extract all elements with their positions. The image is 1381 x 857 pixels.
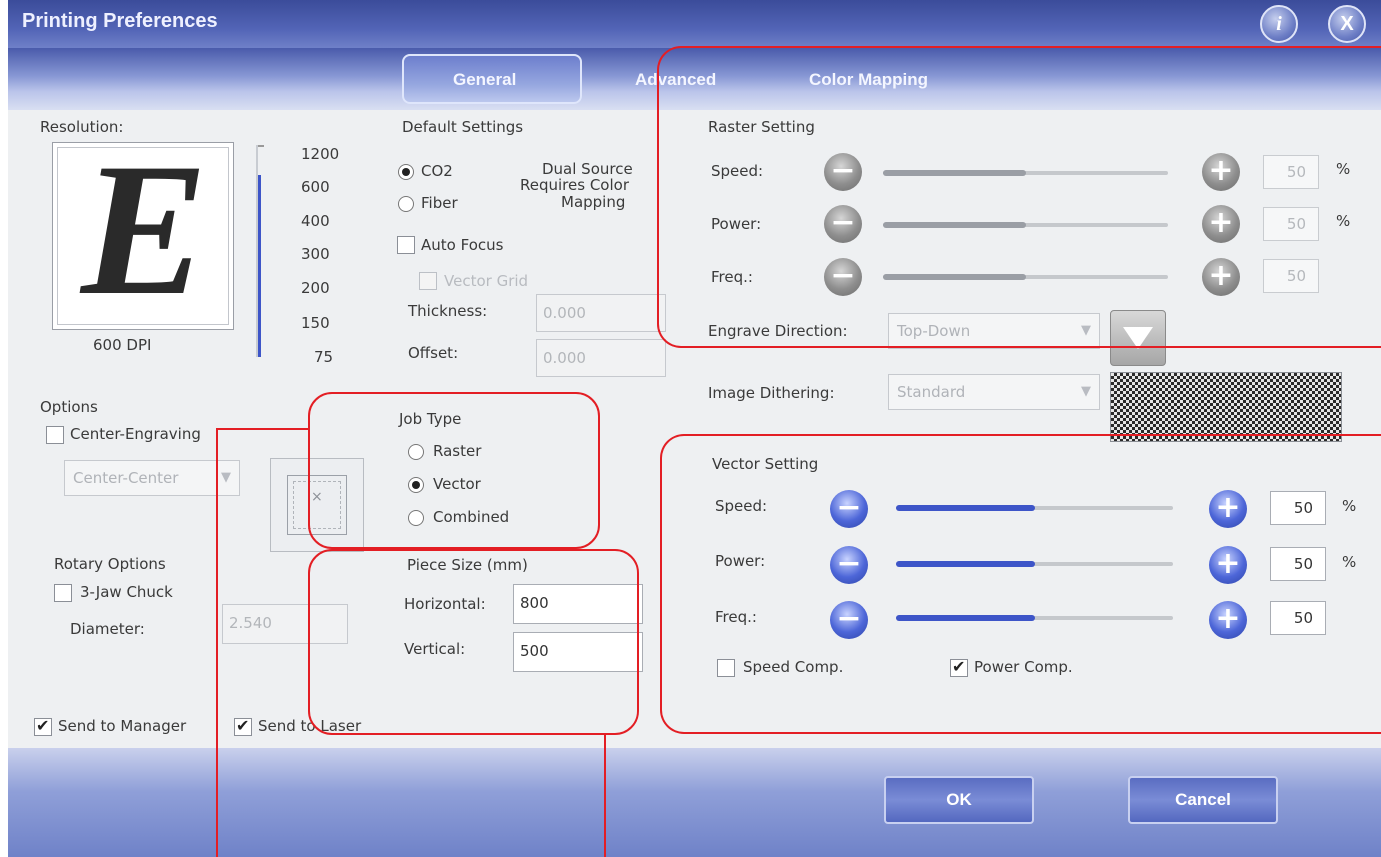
co2-radio[interactable] [398,164,414,180]
send-to-laser-checkbox[interactable] [234,716,252,736]
center-engraving-label: Center-Engraving [70,425,201,443]
offset-label: Offset: [408,344,459,362]
resolution-slider[interactable] [254,145,266,357]
three-jaw-chuck-checkbox[interactable] [54,584,72,602]
default-settings-header: Default Settings [402,118,524,136]
thickness-field[interactable]: 0.000 [536,294,666,332]
options-header: Options [40,398,98,416]
annotation-leader-line [216,428,308,430]
center-engraving-checkbox[interactable] [46,426,64,444]
co2-label: CO2 [421,162,453,180]
dpi-value[interactable]: 200 [301,279,330,297]
resolution-preview: E [52,135,234,330]
three-jaw-chuck-label: 3-Jaw Chuck [80,583,173,601]
image-dithering-label: Image Dithering: [708,384,835,402]
preview-letter: E [81,125,208,335]
thickness-label: Thickness: [408,302,488,320]
rotary-options-header: Rotary Options [54,555,166,573]
image-dithering-select[interactable]: Standard ▼ [888,374,1100,410]
tab-general[interactable]: General [453,70,516,90]
send-to-manager-label: Send to Manager [58,717,187,735]
dual-source-note-line: Requires Color [520,176,629,194]
dpi-value[interactable]: 75 [314,348,333,366]
diameter-label: Diameter: [70,620,145,638]
vector-grid-checkbox[interactable] [419,272,437,290]
dpi-value[interactable]: 400 [301,212,330,230]
center-position-value: Center-Center [73,469,179,487]
raster-setting-annotation [657,46,1381,348]
chevron-down-icon: ▼ [1081,384,1091,399]
vector-grid-label: Vector Grid [444,272,529,290]
vector-setting-annotation [660,434,1381,734]
close-icon[interactable]: X [1328,5,1366,43]
dithering-preview [1110,372,1342,442]
dual-source-note-line: Mapping [561,193,626,211]
send-to-manager-checkbox[interactable] [34,716,52,736]
job-type-annotation [308,392,600,549]
dpi-value[interactable]: 300 [301,245,330,263]
dpi-value[interactable]: 150 [301,314,330,332]
info-icon[interactable]: i [1260,5,1298,43]
offset-field[interactable]: 0.000 [536,339,666,377]
fiber-radio[interactable] [398,196,414,212]
piece-size-annotation [308,549,639,735]
cancel-button[interactable]: Cancel [1128,776,1278,824]
auto-focus-label: Auto Focus [421,236,504,254]
chevron-down-icon: ▼ [221,470,231,485]
ok-button[interactable]: OK [884,776,1034,824]
auto-focus-checkbox[interactable] [397,236,415,254]
dpi-value[interactable]: 1200 [301,145,339,163]
annotation-leader-line [604,733,606,857]
window-title: Printing Preferences [22,10,218,32]
image-dithering-value: Standard [897,383,966,401]
dpi-value[interactable]: 600 [301,178,330,196]
center-position-select[interactable]: Center-Center ▼ [64,460,240,496]
fiber-label: Fiber [421,194,458,212]
annotation-leader-line [216,428,218,857]
dpi-readout: 600 DPI [93,336,152,354]
